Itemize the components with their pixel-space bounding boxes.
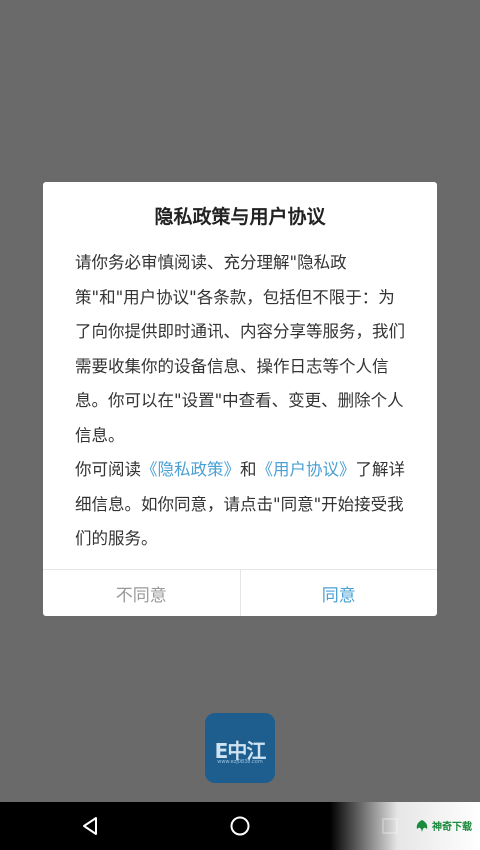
watermark: 神奇下载 [330,802,480,850]
watermark-text: 神奇下载 [432,822,472,833]
dialog-paragraph-2: 你可阅读《隐私政策》和《用户协议》了解详细信息。如你同意，请点击"同意"开始接受… [75,453,409,557]
status-bar [0,0,480,24]
dialog-body: 请你务必审慎阅读、充分理解"隐私政策"和"用户协议"各条款，包括但不限于：为了向… [75,246,409,557]
disagree-button[interactable]: 不同意 [43,570,241,616]
user-agreement-link[interactable]: 《用户协议》 [257,460,356,479]
app-icon: E中江 www.ezj0838.com [205,713,275,783]
screen: E中江 www.ezj0838.com 隐私政策与用户协议 请你务必审慎阅读、充… [0,0,480,850]
privacy-dialog: 隐私政策与用户协议 请你务必审慎阅读、充分理解"隐私政策"和"用户协议"各条款，… [43,182,437,616]
paragraph-2-prefix: 你可阅读 [75,460,141,479]
watermark-logo-icon [416,819,428,832]
agree-button[interactable]: 同意 [241,570,438,616]
home-button[interactable] [210,802,270,850]
dialog-paragraph-1: 请你务必审慎阅读、充分理解"隐私政策"和"用户协议"各条款，包括但不限于：为了向… [75,253,405,445]
watermark-content: 神奇下载 [415,818,472,833]
back-triangle-icon [83,817,97,835]
dialog-footer: 不同意 同意 [43,569,437,616]
dialog-title: 隐私政策与用户协议 [154,206,326,228]
back-button[interactable] [60,802,120,850]
privacy-policy-link[interactable]: 《隐私政策》 [141,460,240,479]
home-circle-icon [230,816,250,836]
paragraph-2-and: 和 [240,460,257,479]
app-logo-url: www.ezj0838.com [217,759,263,765]
